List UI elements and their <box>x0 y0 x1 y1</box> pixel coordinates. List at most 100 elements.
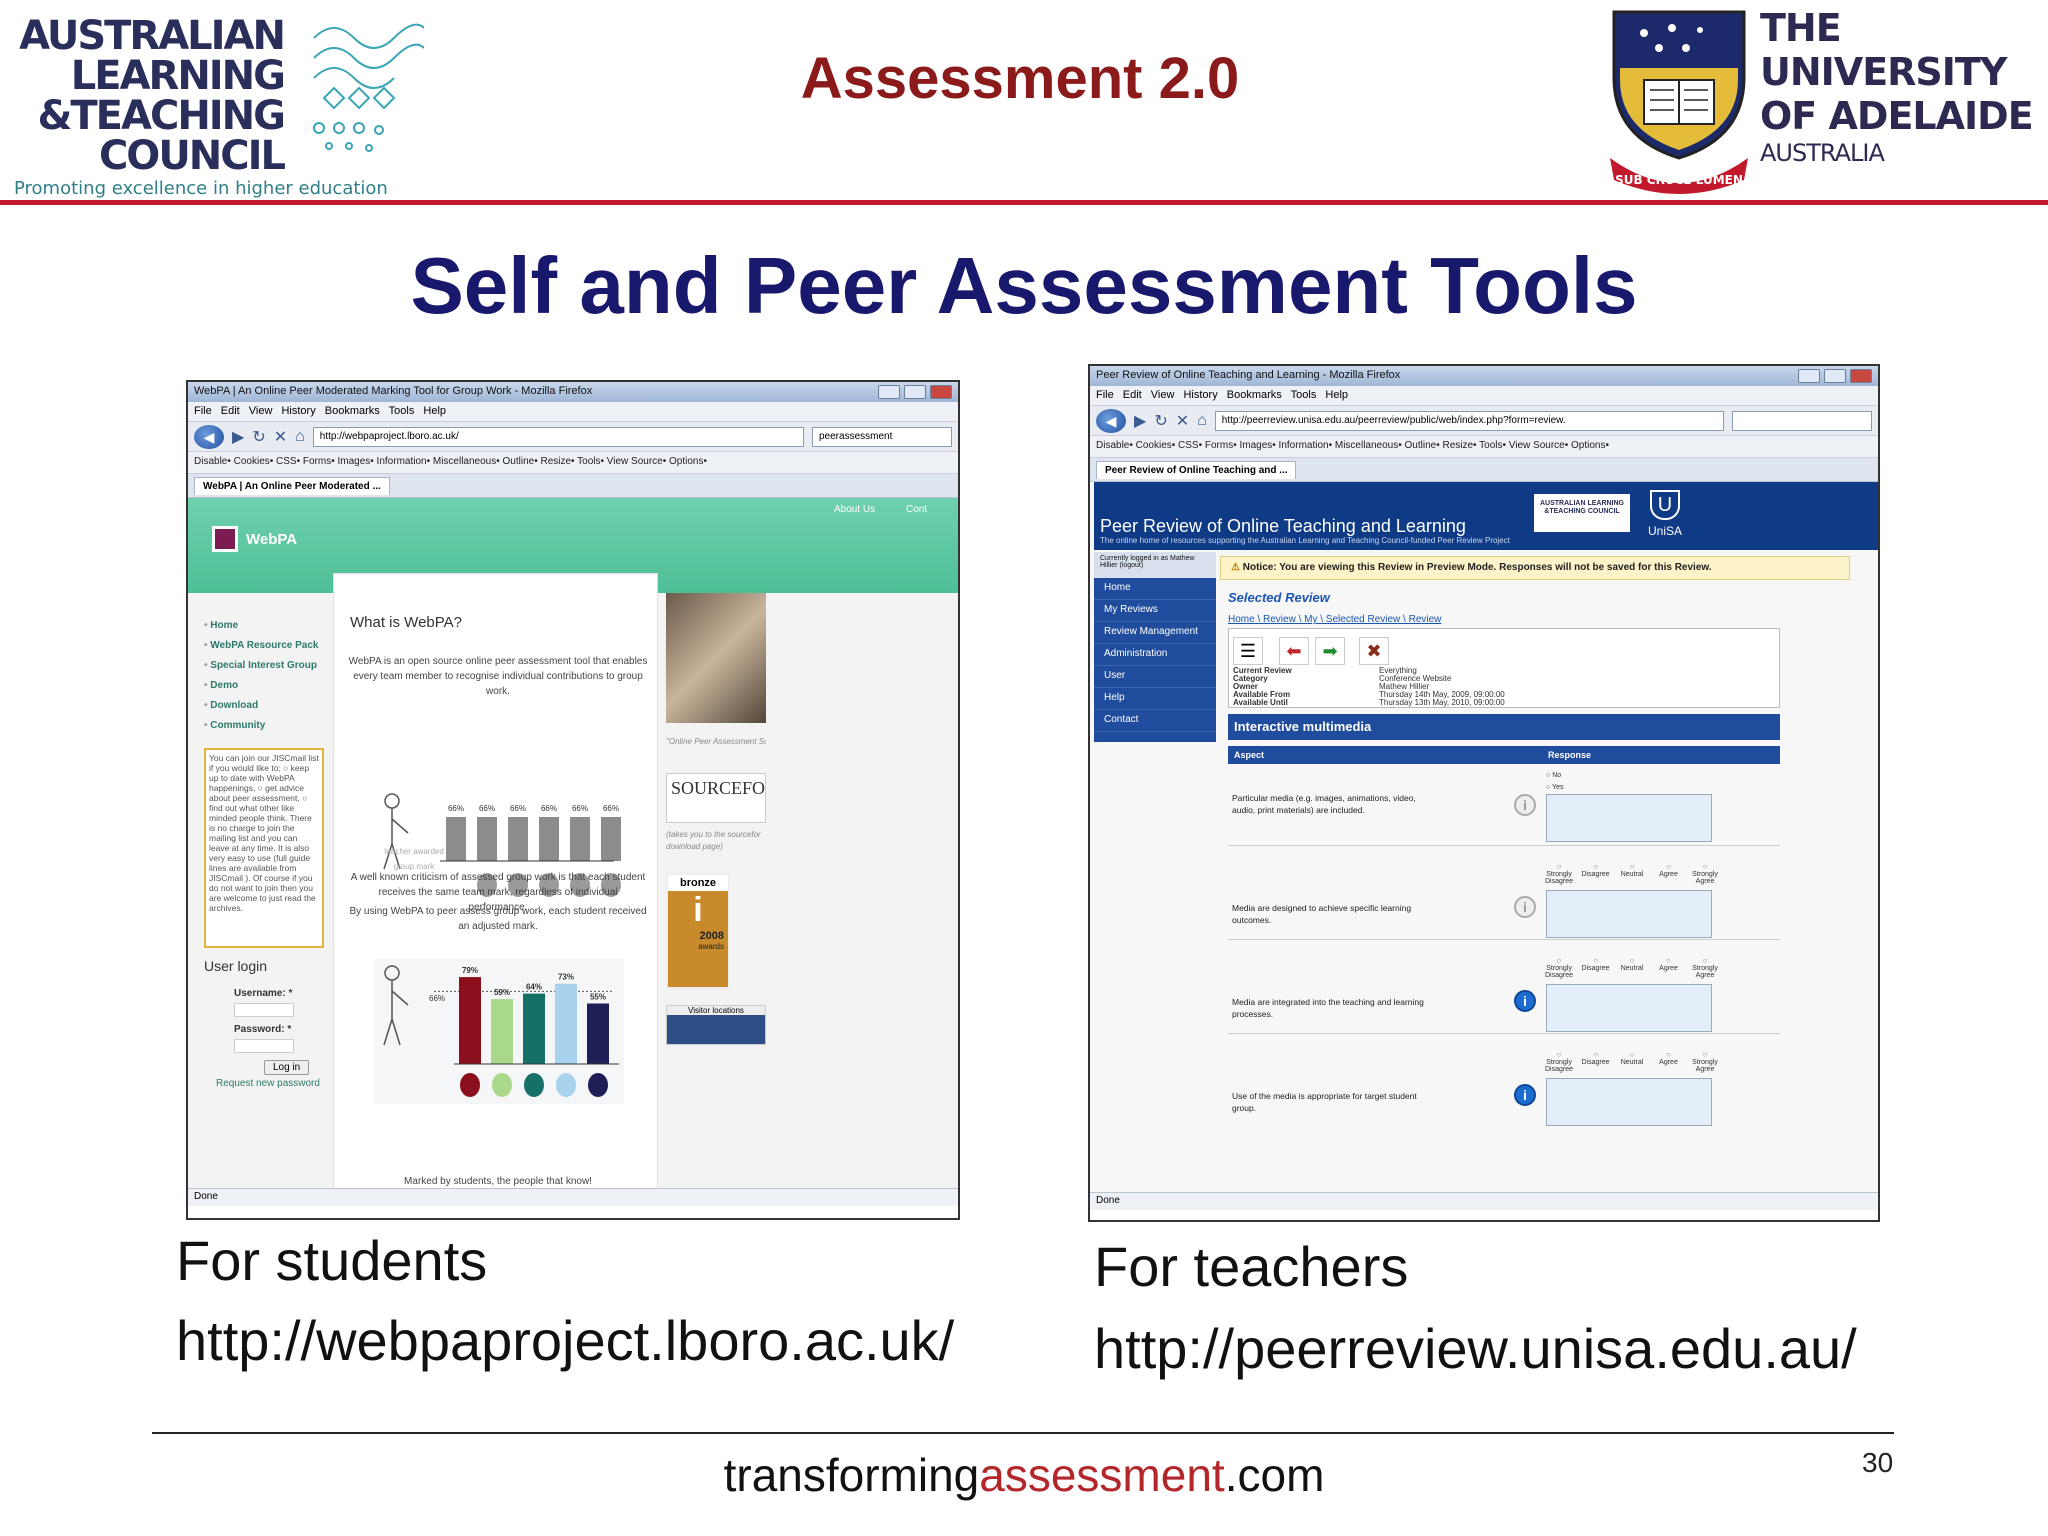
altc-line-4: COUNCIL <box>98 133 286 179</box>
sidebar-item-resource-pack[interactable]: WebPA Resource Pack <box>204 636 318 656</box>
home-icon[interactable]: ⌂ <box>295 428 305 446</box>
info-icon[interactable]: i <box>1514 896 1536 918</box>
peer-review-sidebar: Currently logged in as Mathew Hillier (l… <box>1094 552 1216 742</box>
likert-scale[interactable]: Strongly Disagree Disagree Neutral Agree… <box>1542 956 1722 979</box>
sidebar-item-administration[interactable]: Administration <box>1094 644 1216 666</box>
uoa-motto: SUB CRUCE LUMEN <box>1615 173 1743 187</box>
forward-icon[interactable]: ▶ <box>232 427 244 447</box>
close-button[interactable] <box>930 385 952 399</box>
sidebar-item-my-reviews[interactable]: My Reviews <box>1094 600 1216 622</box>
scale-strongly-disagree[interactable]: Strongly Disagree <box>1542 1050 1576 1073</box>
scale-disagree[interactable]: Disagree <box>1579 956 1613 979</box>
option-no[interactable]: ○ No <box>1546 770 1563 782</box>
footer-pre: transforming <box>723 1449 980 1501</box>
sidebar-item-demo[interactable]: Demo <box>204 676 318 696</box>
scale-agree[interactable]: Agree <box>1652 862 1686 885</box>
url-bar[interactable]: http://peerreview.unisa.edu.au/peerrevie… <box>1214 410 1724 431</box>
menu-bar[interactable]: File Edit View History Bookmarks Tools H… <box>1090 386 1878 406</box>
minimize-button[interactable] <box>1798 369 1820 383</box>
comment-textarea[interactable] <box>1546 984 1712 1032</box>
forward-arrow-icon[interactable]: ➡ <box>1315 637 1345 665</box>
info-icon[interactable]: i <box>1514 1084 1536 1106</box>
back-arrow-icon[interactable]: ⬅ <box>1279 637 1309 665</box>
scale-neutral[interactable]: Neutral <box>1615 1050 1649 1073</box>
minimize-button[interactable] <box>878 385 900 399</box>
password-label: Password: * <box>234 1024 292 1035</box>
forward-icon[interactable]: ▶ <box>1134 411 1146 431</box>
altc-line-1: AUSTRALIAN <box>19 13 286 59</box>
sidebar-item-contact[interactable]: Contact <box>1094 710 1216 732</box>
sidebar-item-community[interactable]: Community <box>204 716 318 736</box>
webpa-screenshot: WebPA | An Online Peer Moderated Marking… <box>186 380 960 1220</box>
sidebar-item-review-management[interactable]: Review Management <box>1094 622 1216 644</box>
navigation-bar: ◀ ▶ ↻ ✕ ⌂ http://peerreview.unisa.edu.au… <box>1090 406 1878 436</box>
scale-neutral[interactable]: Neutral <box>1615 956 1649 979</box>
menu-bar[interactable]: File Edit View History Bookmarks Tools H… <box>188 402 958 422</box>
stop-icon[interactable]: ✕ <box>274 427 287 447</box>
option-yes[interactable]: ○ Yes <box>1546 782 1563 794</box>
password-input[interactable] <box>234 1039 294 1053</box>
likert-scale[interactable]: Strongly Disagree Disagree Neutral Agree… <box>1542 862 1722 885</box>
tab-peer-review[interactable]: Peer Review of Online Teaching and ... <box>1096 461 1296 479</box>
sidebar-item-sig[interactable]: Special Interest Group <box>204 656 318 676</box>
nav-contact[interactable]: Cont <box>906 504 927 515</box>
scale-disagree[interactable]: Disagree <box>1579 862 1613 885</box>
student-head-icon <box>460 1073 480 1097</box>
close-button[interactable] <box>1850 369 1872 383</box>
info-icon[interactable]: i <box>1514 990 1536 1012</box>
stop-icon[interactable]: ✕ <box>1176 411 1189 431</box>
sidebar-item-user[interactable]: User <box>1094 666 1216 688</box>
sidebar-item-download[interactable]: Download <box>204 696 318 716</box>
request-password-link[interactable]: Request new password <box>216 1078 320 1089</box>
username-input[interactable] <box>234 1003 294 1017</box>
back-icon[interactable]: ◀ <box>194 424 224 449</box>
left-caption-url[interactable]: http://webpaproject.lboro.ac.uk/ <box>176 1308 954 1373</box>
review-tool-icon[interactable]: ☰ <box>1233 637 1263 665</box>
comment-textarea[interactable] <box>1546 1078 1712 1126</box>
maximize-button[interactable] <box>904 385 926 399</box>
sidebar-item-home[interactable]: Home <box>204 616 318 636</box>
scale-disagree[interactable]: Disagree <box>1579 1050 1613 1073</box>
footer-rule <box>152 1432 1894 1434</box>
jiscmail-box: You can join our JISCmail list if you wo… <box>204 748 324 948</box>
question-text: Use of the media is appropriate for targ… <box>1232 1091 1417 1113</box>
home-icon[interactable]: ⌂ <box>1197 412 1207 430</box>
header-rule <box>0 200 2048 205</box>
scale-strongly-agree[interactable]: Strongly Agree <box>1688 956 1722 979</box>
sourceforge-logo[interactable]: SOURCEFOR <box>666 773 766 823</box>
url-bar[interactable]: http://webpaproject.lboro.ac.uk/ <box>312 426 804 447</box>
reload-icon[interactable]: ↻ <box>1154 411 1167 431</box>
breadcrumb[interactable]: Home \ Review \ My \ Selected Review \ R… <box>1228 614 1441 625</box>
scale-agree[interactable]: Agree <box>1652 956 1686 979</box>
uoa-name: THE UNIVERSITY OF ADELAIDE AUSTRALIA <box>1760 6 2048 168</box>
info-icon[interactable]: i <box>1514 794 1536 816</box>
comment-textarea[interactable] <box>1546 794 1712 842</box>
webdev-toolbar[interactable]: Disable• Cookies• CSS• Forms• Images• In… <box>1090 436 1878 458</box>
scale-agree[interactable]: Agree <box>1652 1050 1686 1073</box>
question-text: Particular media (e.g. images, animation… <box>1232 793 1416 815</box>
deck-title: Assessment 2.0 <box>800 46 1240 111</box>
search-box[interactable] <box>1732 410 1872 431</box>
search-box[interactable]: peerassessment <box>812 426 952 447</box>
reload-icon[interactable]: ↻ <box>252 427 265 447</box>
likert-scale[interactable]: Strongly Disagree Disagree Neutral Agree… <box>1542 1050 1722 1073</box>
webdev-toolbar[interactable]: Disable• Cookies• CSS• Forms• Images• In… <box>188 452 958 474</box>
scale-neutral[interactable]: Neutral <box>1615 862 1649 885</box>
scale-strongly-agree[interactable]: Strongly Agree <box>1688 1050 1722 1073</box>
maximize-button[interactable] <box>1824 369 1846 383</box>
marked-by-text: Marked by students, the people that know… <box>404 1176 592 1187</box>
right-caption-url[interactable]: http://peerreview.unisa.edu.au/ <box>1094 1316 1857 1381</box>
scale-strongly-disagree[interactable]: Strongly Disagree <box>1542 862 1576 885</box>
option-yes-label: Yes <box>1552 784 1564 791</box>
nav-about-us[interactable]: About Us <box>834 504 875 515</box>
sidebar-item-help[interactable]: Help <box>1094 688 1216 710</box>
back-icon[interactable]: ◀ <box>1096 408 1126 433</box>
tab-webpa[interactable]: WebPA | An Online Peer Moderated ... <box>194 477 390 495</box>
sidebar-item-home[interactable]: Home <box>1094 578 1216 600</box>
login-button[interactable]: Log in <box>264 1060 310 1075</box>
delete-icon[interactable]: ✖ <box>1359 637 1389 665</box>
scale-strongly-disagree[interactable]: Strongly Disagree <box>1542 956 1576 979</box>
yes-no-options[interactable]: ○ No ○ Yes <box>1546 770 1563 794</box>
scale-strongly-agree[interactable]: Strongly Agree <box>1688 862 1722 885</box>
comment-textarea[interactable] <box>1546 890 1712 938</box>
